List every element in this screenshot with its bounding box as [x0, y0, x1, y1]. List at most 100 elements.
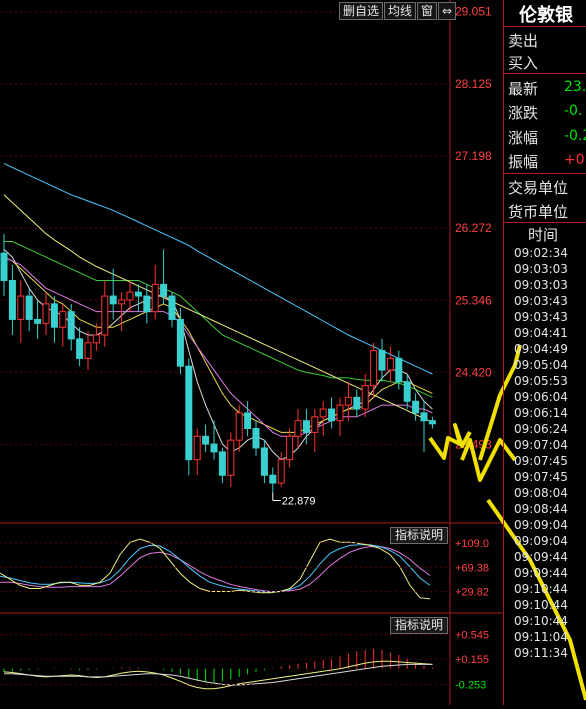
price-axis-label: 27.198 — [455, 149, 492, 163]
expand-arrow-icon[interactable]: ⇔ — [438, 2, 457, 20]
moving-average-button[interactable]: 均线 — [384, 2, 417, 20]
candle-body — [67, 311, 75, 340]
tick-time: 09:03:43 — [514, 294, 568, 308]
candle-body — [151, 283, 159, 313]
candle-body — [244, 412, 252, 430]
price-axis-label: 28.125 — [455, 77, 492, 91]
candle-body — [227, 439, 235, 476]
currency-unit-label: 货币单位 — [508, 203, 569, 221]
candle-body — [218, 451, 226, 476]
candle-body — [101, 295, 109, 336]
chart-canvas[interactable]: 29.05128.12527.19826.27225.34624.42023.4… — [0, 0, 586, 705]
tick-time: 09:05:04 — [514, 358, 568, 372]
candle-body — [25, 295, 33, 320]
candle-body — [319, 408, 327, 418]
candle-body — [353, 396, 361, 410]
sell-label: 卖出 — [508, 32, 539, 50]
candle-body — [210, 443, 218, 453]
tick-time: 09:10:44 — [514, 582, 568, 596]
tick-time: 09:07:45 — [514, 470, 568, 484]
tick-time: 09:10:44 — [514, 598, 568, 612]
toolbar: 删自选 均线 窗 ⇔ — [339, 2, 457, 20]
price-axis-label: 24.420 — [455, 365, 492, 379]
candle-body — [84, 342, 92, 359]
candle-body — [160, 283, 168, 297]
candle-body — [193, 435, 201, 461]
candle-body — [168, 295, 176, 320]
macd-axis-label: +0.545 — [455, 630, 489, 642]
macd-axis-label: -0.253 — [455, 680, 486, 692]
candle-body — [202, 435, 210, 445]
amplitude-label: 振幅 — [508, 153, 539, 171]
kdj-axis-label: +109.0 — [455, 538, 489, 550]
macd-axis-label: +0.155 — [455, 654, 489, 666]
candle-body — [34, 318, 42, 324]
candle-body — [42, 303, 50, 324]
candle-body — [311, 416, 319, 433]
tick-time: 09:09:04 — [514, 518, 568, 532]
candle-body — [109, 295, 117, 305]
window-button[interactable]: 窗 — [417, 2, 438, 20]
change-value: -0. — [564, 103, 583, 119]
tick-time: 09:08:44 — [514, 502, 568, 516]
tick-time: 09:06:14 — [514, 406, 568, 420]
tick-time-list[interactable]: 09:02:34 09:03:03 09:03:03 09:03:43 09:03:43… — [514, 245, 568, 661]
tick-time: 09:07:04 — [514, 438, 568, 452]
candle-body — [134, 291, 142, 297]
tick-time: 09:07:45 — [514, 454, 568, 468]
low-price-label: 22.879 — [282, 495, 316, 507]
tick-time: 09:06:04 — [514, 390, 568, 404]
tick-time: 09:03:43 — [514, 310, 568, 324]
candle-body — [252, 428, 260, 449]
chart-window: 29.051 28.125 27.198 26.272 25.346 24.420 23.4… — [0, 0, 586, 705]
quote-panel: 伦敦银 卖出 买入 最新 23. 涨跌 -0. 涨幅 -0.2 振幅 +0.3 … — [503, 0, 586, 705]
candle-body — [420, 412, 428, 422]
candle-body — [386, 357, 394, 371]
indicator-help-button-2[interactable]: 指标说明 — [390, 617, 448, 634]
candle-body — [126, 291, 134, 301]
tick-time: 09:08:04 — [514, 486, 568, 500]
candle-body — [328, 408, 336, 422]
amplitude-value: +0.3 — [564, 152, 586, 168]
tick-time: 09:03:03 — [514, 278, 568, 292]
change-pct-label: 涨幅 — [508, 129, 539, 147]
buy-label: 买入 — [508, 54, 539, 72]
candle-body — [92, 334, 100, 344]
tick-time: 09:09:44 — [514, 550, 568, 564]
change-pct-value: -0.2 — [564, 128, 586, 144]
latest-label: 最新 — [508, 80, 539, 98]
kdj-axis-label: +69.38 — [455, 562, 489, 574]
tick-time: 09:05:53 — [514, 374, 568, 388]
price-axis-label: 26.272 — [455, 221, 492, 235]
candle-body — [118, 299, 126, 305]
tick-time: 09:11:04 — [514, 630, 568, 644]
kdj-line — [0, 538, 431, 600]
candle-body — [59, 311, 67, 328]
macd-line — [3, 660, 433, 690]
tick-time: 09:11:34 — [514, 646, 568, 660]
candle-body — [412, 400, 420, 414]
indicator-help-button-1[interactable]: 指标说明 — [390, 527, 448, 544]
tick-time: 09:02:34 — [514, 246, 568, 260]
candle-body — [269, 474, 277, 484]
moving-average-line — [3, 163, 433, 375]
candle-body — [344, 396, 352, 406]
kdj-axis-label: +29.82 — [455, 587, 489, 599]
price-axis-label: 29.051 — [455, 5, 492, 19]
tick-time: 09:03:03 — [514, 262, 568, 276]
candle-body — [8, 279, 16, 320]
divider — [504, 173, 586, 174]
time-header: 时间 — [528, 226, 559, 244]
candle-body — [235, 412, 243, 441]
candle-body — [294, 420, 302, 437]
tick-time: 09:04:49 — [514, 342, 568, 356]
delete-watchlist-button[interactable]: 删自选 — [339, 2, 384, 20]
candle-body — [17, 295, 25, 320]
latest-value: 23. — [564, 79, 586, 95]
candle-body — [403, 381, 411, 402]
candle-body — [0, 252, 8, 281]
divider — [504, 26, 586, 27]
tick-time: 09:06:24 — [514, 422, 568, 436]
change-label: 涨跌 — [508, 104, 539, 122]
candle-body — [185, 365, 193, 461]
